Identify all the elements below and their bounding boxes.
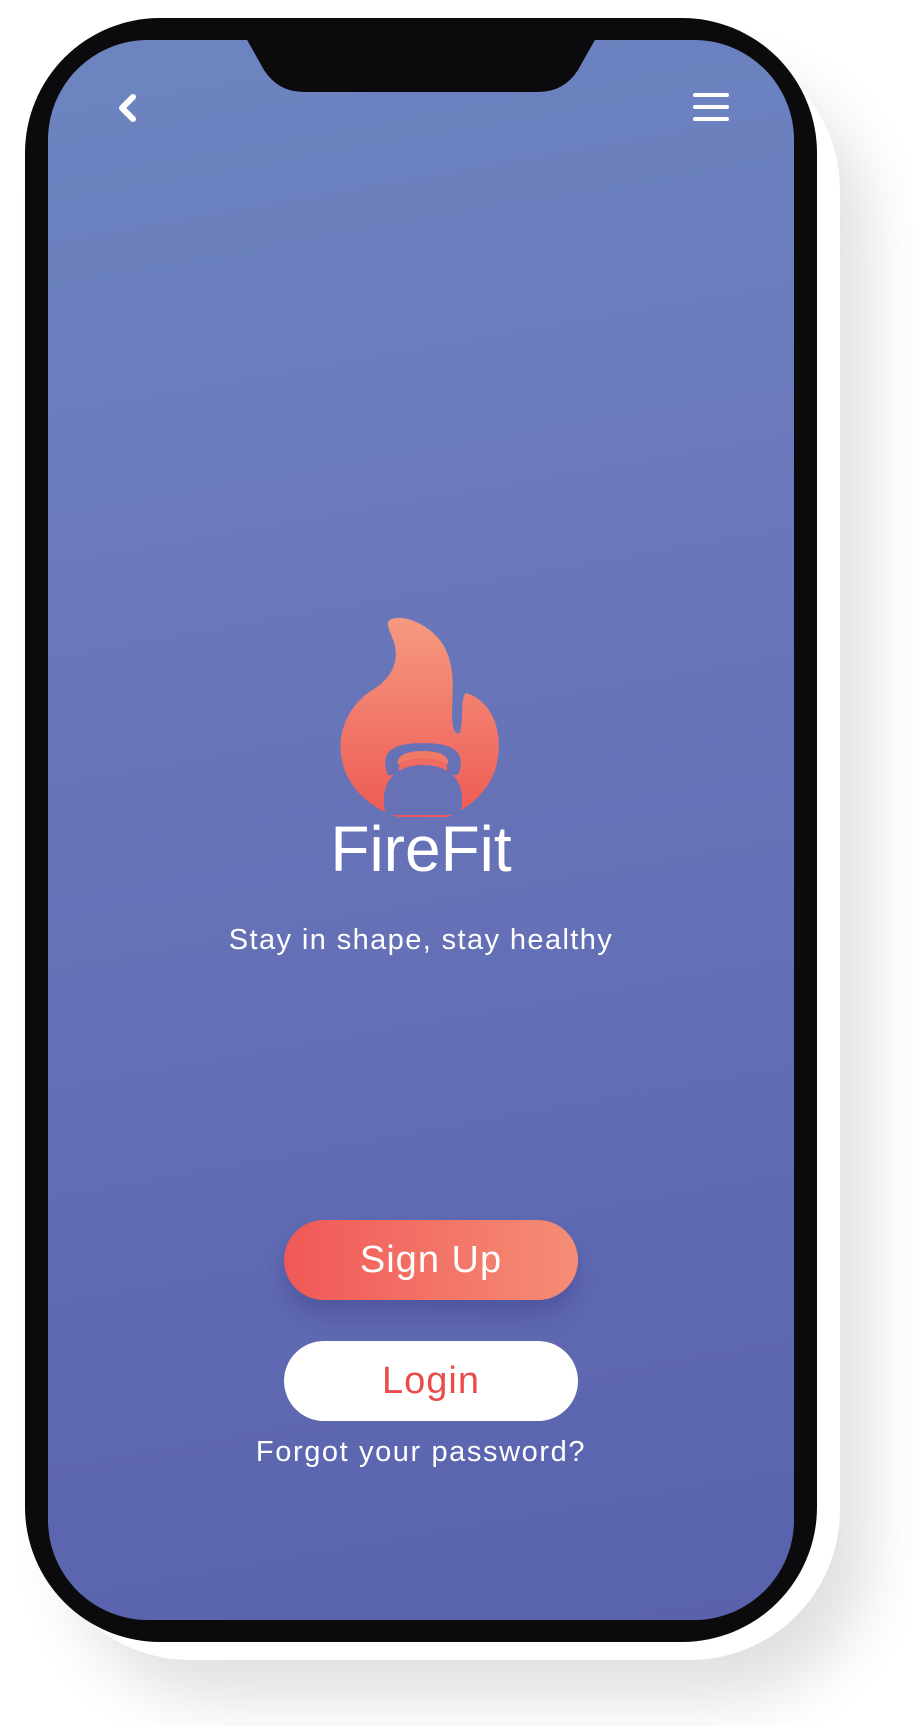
sign-up-button[interactable]: Sign Up (284, 1220, 578, 1300)
phone-frame: FireFit Stay in shape, stay healthy Sign… (25, 18, 817, 1642)
device-notch (246, 40, 596, 98)
back-button[interactable] (108, 90, 148, 130)
menu-button[interactable] (688, 88, 734, 130)
app-tagline: Stay in shape, stay healthy (228, 924, 614, 956)
login-button[interactable]: Login (284, 1341, 578, 1421)
app-screen: FireFit Stay in shape, stay healthy Sign… (48, 40, 794, 1620)
app-title: FireFit (330, 813, 512, 885)
forgot-password-link[interactable]: Forgot your password? (48, 1436, 794, 1469)
stage: FireFit Stay in shape, stay healthy Sign… (0, 0, 913, 1726)
hamburger-menu-icon (691, 90, 731, 128)
app-logo (338, 615, 508, 825)
chevron-left-icon (116, 93, 140, 127)
flame-kettlebell-icon (340, 617, 499, 817)
